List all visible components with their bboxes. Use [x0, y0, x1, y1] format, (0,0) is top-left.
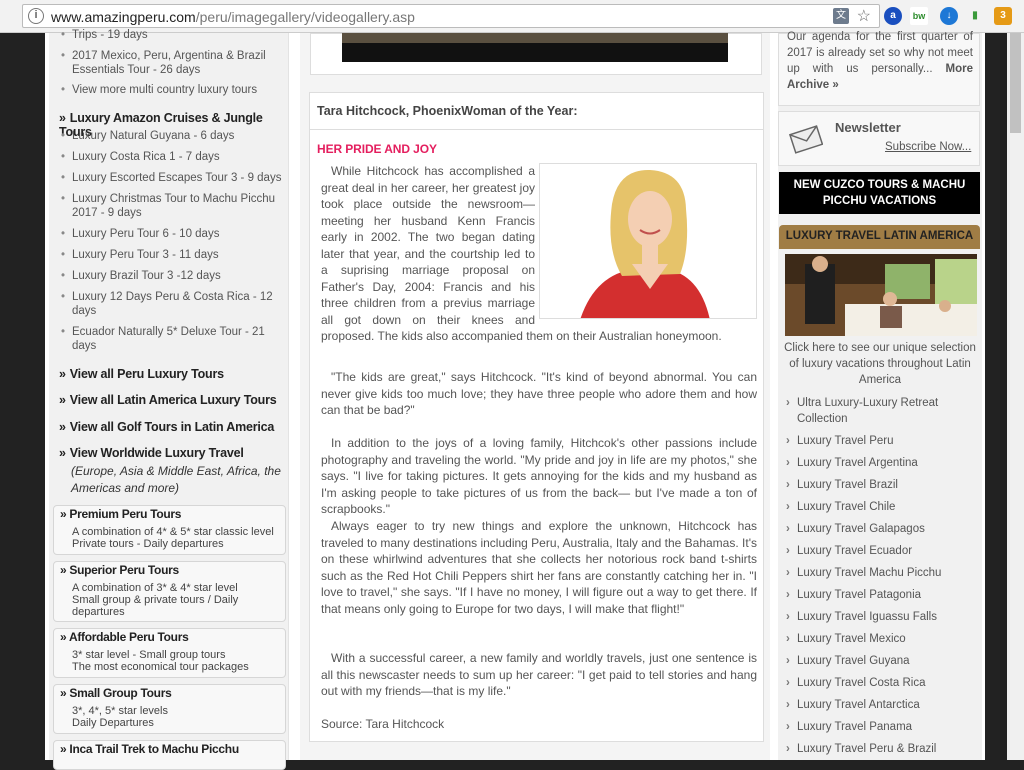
- luxury-link[interactable]: Luxury Travel Patagonia: [786, 587, 921, 603]
- affordable-peru-box[interactable]: » Affordable Peru Tours 3* star level - …: [53, 628, 286, 678]
- luxury-link[interactable]: Luxury Travel Galapagos: [786, 521, 925, 537]
- box-line: 3*, 4*, 5* star levels: [72, 705, 168, 717]
- url-text[interactable]: www.amazingperu.com/peru/imagegallery/vi…: [51, 9, 415, 25]
- box-line: A combination of 4* & 5* star classic le…: [72, 526, 274, 538]
- subscribe-link[interactable]: Subscribe Now...: [885, 141, 971, 153]
- extension-a-icon[interactable]: a: [884, 7, 902, 25]
- left-sidebar: Trips - 19 days 2017 Mexico, Peru, Argen…: [49, 28, 289, 770]
- box-line: 3* star level - Small group tours: [72, 649, 226, 661]
- newsletter-title: Newsletter: [835, 120, 901, 135]
- small-group-box[interactable]: » Small Group Tours 3*, 4*, 5* star leve…: [53, 684, 286, 734]
- main-content: Tara Hitchcock, PhoenixWoman of the Year…: [300, 33, 770, 760]
- luxury-link[interactable]: Luxury Travel Ecuador: [786, 543, 912, 559]
- view-peru-luxury-link[interactable]: » View all Peru Luxury Tours: [59, 367, 224, 381]
- envelope-icon: [789, 125, 823, 154]
- sidebar-link[interactable]: Luxury 12 Days Peru & Costa Rica - 12 da…: [61, 290, 277, 318]
- box-line: Private tours - Daily departures: [72, 538, 224, 550]
- worldwide-subtitle: (Europe, Asia & Middle East, Africa, the…: [71, 464, 281, 495]
- view-worldwide-link[interactable]: » View Worldwide Luxury Travel: [59, 446, 244, 460]
- photo-spacer: [535, 163, 757, 321]
- article-source: Source: Tara Hitchcock: [321, 717, 445, 731]
- luxury-link[interactable]: Luxury Travel Peru: [786, 433, 893, 449]
- extension-download-icon[interactable]: ↓: [940, 7, 958, 25]
- banner-line: NEW CUZCO TOURS & MACHU: [793, 179, 966, 191]
- info-icon[interactable]: i: [28, 8, 44, 24]
- sidebar-link[interactable]: View more multi country luxury tours: [61, 83, 257, 97]
- box-line: departures: [72, 606, 125, 618]
- box-title: » Affordable Peru Tours: [60, 630, 189, 644]
- luxury-link[interactable]: Luxury Travel Guyana: [786, 653, 909, 669]
- luxury-link[interactable]: Ultra Luxury-Luxury Retreat Collection: [786, 395, 972, 427]
- paragraph: With a successful career, a new family a…: [321, 651, 757, 698]
- newsletter-box: Newsletter Subscribe Now...: [778, 111, 980, 166]
- luxury-link[interactable]: Luxury Travel Panama: [786, 719, 912, 735]
- page-viewport: Trips - 19 days 2017 Mexico, Peru, Argen…: [0, 28, 1024, 770]
- extension-bw-icon[interactable]: bw: [910, 7, 928, 25]
- luxury-link[interactable]: Luxury Travel Chile: [786, 499, 895, 515]
- box-title: » Superior Peru Tours: [60, 563, 179, 577]
- train-dining-photo[interactable]: [785, 254, 977, 336]
- box-title: » Inca Trail Trek to Machu Picchu: [60, 742, 239, 756]
- sidebar-link[interactable]: Luxury Christmas Tour to Machu Picchu 20…: [61, 192, 277, 220]
- extension-chart-icon[interactable]: ▮: [966, 7, 984, 25]
- banner-line: PICCHU VACATIONS: [822, 195, 937, 207]
- inca-trail-box[interactable]: » Inca Trail Trek to Machu Picchu: [53, 740, 286, 770]
- box-line: Daily Departures: [72, 717, 154, 729]
- video-thumbnail: [342, 33, 728, 43]
- sidebar-link[interactable]: Luxury Brazil Tour 3 -12 days: [61, 269, 221, 283]
- box-title: » Small Group Tours: [60, 686, 172, 700]
- luxury-link[interactable]: Luxury Travel Iguassu Falls: [786, 609, 937, 625]
- luxury-caption[interactable]: Click here to see our unique selection o…: [781, 340, 979, 388]
- premium-peru-box[interactable]: » Premium Peru Tours A combination of 4*…: [53, 505, 286, 555]
- extension-badge-icon[interactable]: 3: [994, 7, 1012, 25]
- view-latam-luxury-link[interactable]: » View all Latin America Luxury Tours: [59, 393, 277, 407]
- bookmark-star-icon[interactable]: ☆: [857, 6, 871, 26]
- sidebar-link[interactable]: Luxury Peru Tour 3 - 11 days: [61, 248, 219, 262]
- site-content: Trips - 19 days 2017 Mexico, Peru, Argen…: [45, 28, 985, 770]
- box-title: » Premium Peru Tours: [60, 507, 182, 521]
- address-bar[interactable]: i www.amazingperu.com/peru/imagegallery/…: [22, 4, 880, 28]
- superior-peru-box[interactable]: » Superior Peru Tours A combination of 3…: [53, 561, 286, 622]
- scrollbar[interactable]: [1007, 33, 1024, 760]
- luxury-link[interactable]: Luxury Travel Antarctica: [786, 697, 920, 713]
- article-subheading: HER PRIDE AND JOY: [317, 142, 437, 156]
- luxury-link[interactable]: Luxury Travel Brazil: [786, 477, 898, 493]
- article-header: Tara Hitchcock, PhoenixWoman of the Year…: [310, 93, 763, 130]
- luxury-link[interactable]: Luxury Travel Argentina: [786, 455, 918, 471]
- sidebar-link[interactable]: Luxury Natural Guyana - 6 days: [61, 129, 234, 143]
- luxury-link[interactable]: Luxury Travel Peru & Brazil: [786, 741, 936, 757]
- agenda-box: Our agenda for the first quarter of 2017…: [778, 31, 980, 106]
- sidebar-link[interactable]: Luxury Costa Rica 1 - 7 days: [61, 150, 220, 164]
- paragraph: In addition to the joys of a loving fami…: [321, 436, 757, 516]
- video-player[interactable]: [342, 33, 728, 62]
- luxury-link[interactable]: Luxury Travel Costa Rica: [786, 675, 926, 691]
- right-sidebar: Our agenda for the first quarter of 2017…: [778, 31, 982, 760]
- sidebar-link[interactable]: Luxury Peru Tour 6 - 10 days: [61, 227, 219, 241]
- article: Tara Hitchcock, PhoenixWoman of the Year…: [309, 92, 764, 742]
- paragraph: While Hitchcock has accomplished a great…: [321, 163, 757, 345]
- luxury-link[interactable]: Luxury Travel Mexico: [786, 631, 906, 647]
- sidebar-link[interactable]: Luxury Escorted Escapes Tour 3 - 9 days: [61, 171, 281, 185]
- article-title: Tara Hitchcock, PhoenixWoman of the Year…: [317, 104, 578, 118]
- paragraph: Always eager to try new things and explo…: [321, 519, 757, 616]
- luxury-link[interactable]: Luxury Travel Machu Picchu: [786, 565, 941, 581]
- box-line: Small group & private tours / Daily: [72, 594, 239, 606]
- agenda-text: Our agenda for the first quarter of 2017…: [787, 31, 973, 91]
- sidebar-link[interactable]: 2017 Mexico, Peru, Argentina & Brazil Es…: [61, 49, 272, 77]
- box-line: A combination of 3* & 4* star level: [72, 582, 238, 594]
- right-gutter: [985, 33, 1007, 760]
- sidebar-link[interactable]: Trips - 19 days: [61, 28, 148, 42]
- box-line: The most economical tour packages: [72, 661, 249, 673]
- scrollbar-thumb[interactable]: [1010, 33, 1021, 133]
- left-gutter: [0, 33, 45, 760]
- sidebar-link[interactable]: Ecuador Naturally 5* Deluxe Tour - 21 da…: [61, 325, 277, 353]
- luxury-travel-title: LUXURY TRAVEL LATIN AMERICA: [785, 230, 974, 242]
- paragraph: "The kids are great," says Hitchcock. "I…: [321, 370, 757, 417]
- luxury-travel-header: LUXURY TRAVEL LATIN AMERICA: [779, 225, 980, 249]
- cuzco-tours-banner[interactable]: NEW CUZCO TOURS & MACHU PICCHU VACATIONS: [779, 172, 980, 214]
- view-golf-link[interactable]: » View all Golf Tours in Latin America: [59, 420, 274, 434]
- translate-icon[interactable]: 文: [833, 8, 849, 24]
